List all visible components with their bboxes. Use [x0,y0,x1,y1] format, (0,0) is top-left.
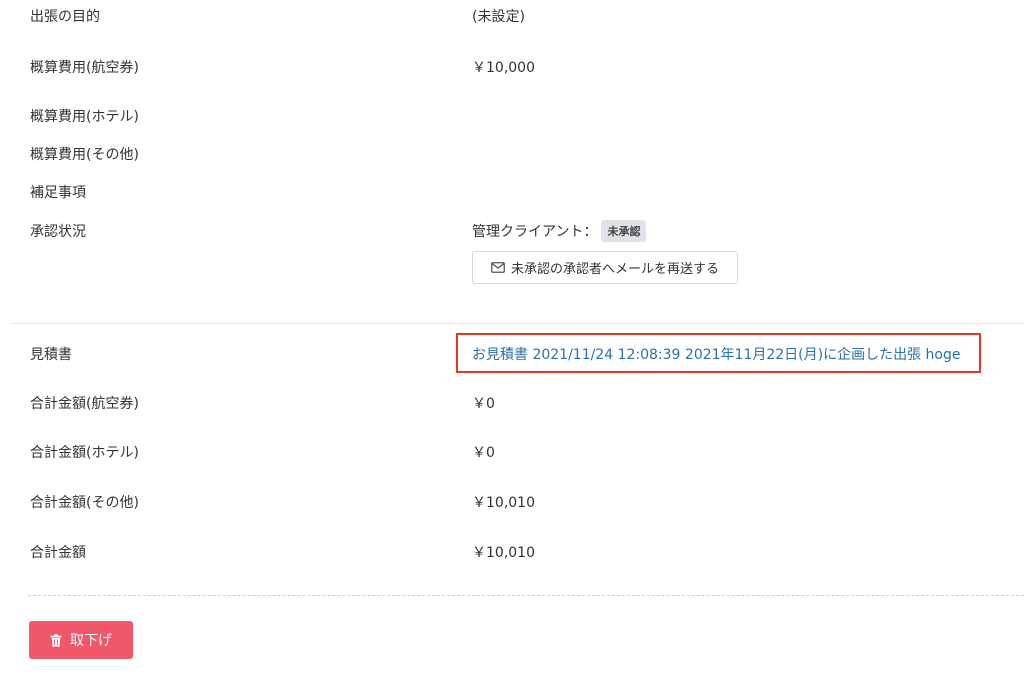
total-label: 合計金額(航空券) [30,396,139,412]
section-divider [12,323,1024,324]
withdraw-label: 取下げ [70,633,112,649]
detail-label: 承認状況 [30,224,86,240]
estimate-label: 見積書 [30,347,72,363]
status-badge: 未承認 [601,220,647,242]
detail-label: 概算費用(その他) [30,147,139,163]
trash-icon [50,633,62,647]
envelope-icon [491,262,505,273]
detail-label: 概算費用(航空券) [30,60,139,76]
detail-label: 出張の目的 [30,9,100,25]
resend-email-label: 未承認の承認者へメールを再送する [510,262,719,277]
detail-value: ￥10,000 [472,60,535,76]
approval-status: 管理クライアント： 未承認 [472,220,647,242]
detail-value: (未設定) [472,9,525,25]
resend-email-button[interactable]: 未承認の承認者へメールを再送する [472,251,738,284]
footer-divider [28,595,1024,596]
approver-name: 管理クライアント： [472,224,598,240]
total-label: 合計金額(ホテル) [30,445,139,461]
withdraw-button[interactable]: 取下げ [29,621,133,659]
detail-label: 補足事項 [30,185,86,201]
total-value: ￥10,010 [472,545,535,561]
detail-label: 概算費用(ホテル) [30,109,139,125]
total-value: ￥0 [472,445,495,461]
total-label: 合計金額(その他) [30,495,139,511]
total-value: ￥0 [472,396,495,412]
total-value: ￥10,010 [472,495,535,511]
highlight-box [456,333,981,373]
total-label: 合計金額 [30,545,86,561]
